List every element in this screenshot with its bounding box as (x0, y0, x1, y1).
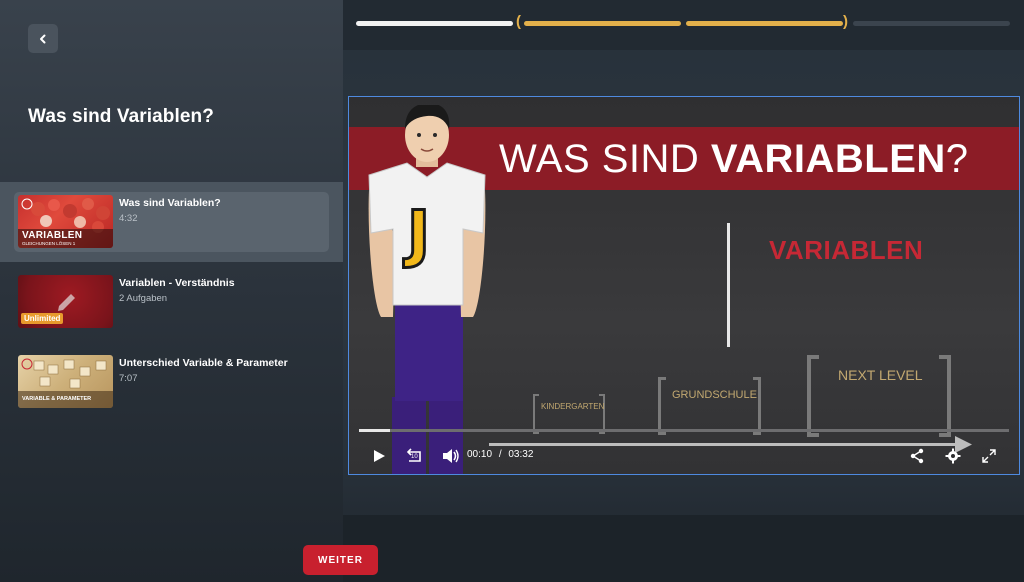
bracket (658, 377, 666, 435)
video-title-text: WAS SIND VARIABLEN? (499, 137, 969, 182)
video-progress-track[interactable] (359, 429, 1009, 432)
next-button[interactable]: WEITER (303, 545, 378, 575)
lesson-task-count: 2 Aufgaben (119, 293, 168, 304)
course-progress-bar: ( ) (343, 0, 1024, 50)
lesson-title: Variablen - Verständnis (119, 277, 235, 289)
title-bold: VARIABLEN (710, 137, 946, 181)
gear-icon (945, 448, 961, 464)
lesson-title: Was sind Variablen? (119, 197, 221, 209)
logo-letter: J (403, 197, 430, 270)
title-suffix: ? (945, 137, 969, 181)
current-time: 00:10 (467, 449, 493, 460)
volume-icon (443, 449, 459, 463)
lesson-duration: 4:32 (119, 213, 138, 224)
progress-segment-current (686, 21, 843, 26)
share-button[interactable] (907, 445, 927, 467)
bracket (807, 355, 819, 437)
footer-bar (343, 515, 1024, 582)
lesson-thumbnail: VARIABLE & PARAMETER (18, 355, 113, 408)
settings-button[interactable] (943, 445, 963, 467)
stage-grundschule: GRUNDSCHULE (672, 389, 757, 401)
lesson-thumbnail: Unlimited (18, 275, 113, 328)
level-arrow (489, 443, 959, 446)
lesson-list: VARIABLEN GLEICHUNGEN LÖSEN 1 Was sind V… (0, 182, 343, 422)
title-prefix: WAS SIND (499, 137, 711, 181)
thumb-title: VARIABLE & PARAMETER (22, 396, 92, 402)
bracket (533, 394, 539, 434)
video-progress-fill (359, 429, 390, 432)
lesson-thumbnail: VARIABLEN GLEICHUNGEN LÖSEN 1 (18, 195, 113, 248)
page-title: Was sind Variablen? (28, 106, 214, 127)
volume-button[interactable] (440, 445, 462, 467)
fullscreen-button[interactable] (979, 445, 999, 467)
chevron-left-icon (40, 34, 46, 43)
progress-segment-upcoming (853, 21, 1010, 26)
unlimited-badge: Unlimited (21, 313, 64, 324)
progress-segment-current (524, 21, 681, 26)
share-icon (910, 448, 924, 464)
back-button[interactable] (28, 24, 58, 53)
stage-next-level: NEXT LEVEL (838, 367, 923, 383)
play-icon (374, 450, 385, 462)
variables-label: VARIABLEN (769, 235, 924, 265)
lesson-title: Unterschied Variable & Parameter (119, 357, 288, 369)
lesson-item-variablen-verstaendnis[interactable]: Unlimited Variablen - Verständnis 2 Aufg… (0, 262, 343, 342)
thumb-title: VARIABLEN (22, 230, 83, 241)
bracket (599, 394, 605, 434)
lesson-duration: 7:07 (119, 373, 138, 384)
fullscreen-icon (982, 449, 996, 463)
replay-10-label: 10 (411, 454, 418, 460)
time-display: 00:10 / 03:32 (467, 449, 533, 460)
replay-10-button[interactable]: 10 (403, 445, 427, 467)
lesson-sidebar: Was sind Variablen? VARIABLEN GLEICHUNGE… (0, 0, 343, 582)
thumb-subtitle: GLEICHUNGEN LÖSEN 1 (22, 241, 76, 246)
presenter-illustration: J (368, 105, 486, 474)
play-button[interactable] (369, 445, 389, 467)
divider-line (727, 223, 730, 347)
progress-segment-completed (356, 21, 513, 26)
bracket (939, 355, 951, 437)
lesson-item-was-sind-variablen[interactable]: VARIABLEN GLEICHUNGEN LÖSEN 1 Was sind V… (0, 182, 343, 262)
lesson-item-unterschied-variable-parameter[interactable]: VARIABLE & PARAMETER Unterschied Variabl… (0, 342, 343, 422)
bracket (753, 377, 761, 435)
current-group-close-bracket: ) (843, 13, 848, 30)
current-group-open-bracket: ( (516, 13, 521, 30)
stage-kindergarten: KINDERGARTEN (541, 402, 605, 411)
video-player[interactable]: WAS SIND VARIABLEN? VARIABLEN KINDERGART… (348, 96, 1020, 475)
duration: 03:32 (508, 449, 534, 460)
time-separator: / (498, 449, 502, 460)
